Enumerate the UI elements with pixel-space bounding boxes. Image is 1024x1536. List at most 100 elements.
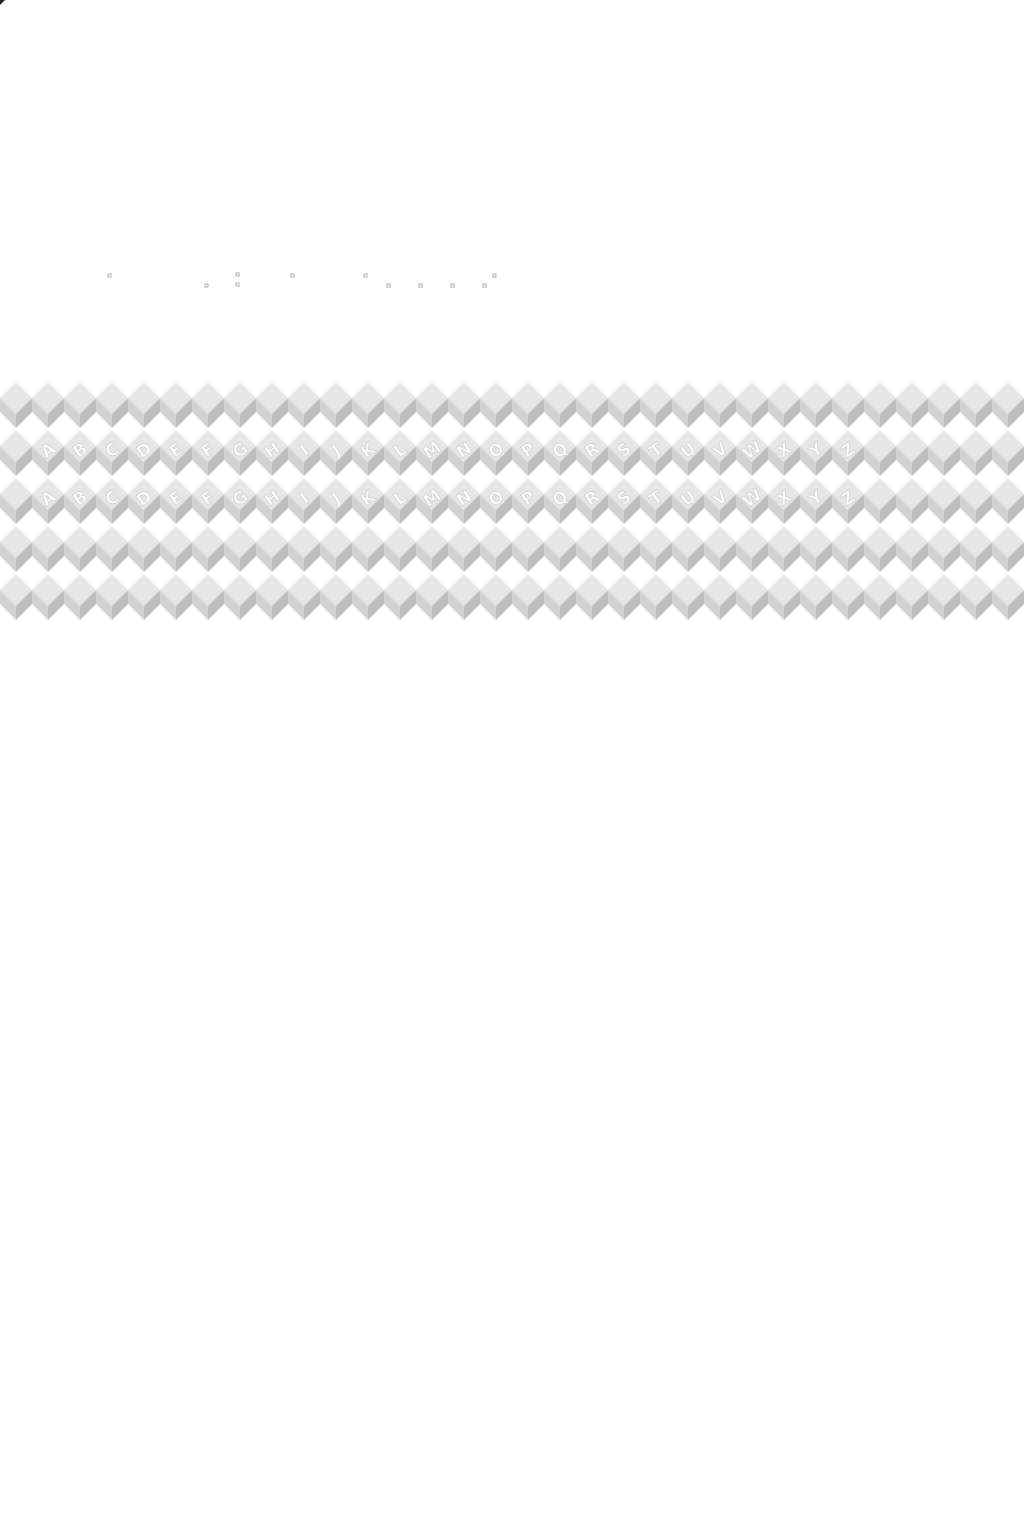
- cube-block: [991, 525, 1024, 572]
- cube-block: [735, 573, 769, 620]
- cube-block: [863, 573, 897, 620]
- cube-block: [255, 573, 289, 620]
- cube-block: [799, 525, 833, 572]
- cube-block: [127, 573, 161, 620]
- cube-block: [351, 573, 385, 620]
- cube-block: [543, 525, 577, 572]
- cube-block: [991, 429, 1024, 476]
- cube-block: [351, 381, 385, 428]
- cube-block: [319, 381, 353, 428]
- cube-block: [191, 381, 225, 428]
- cube-block: [127, 525, 161, 572]
- cube-block: [223, 381, 257, 428]
- cube-block: [895, 573, 929, 620]
- sparse-dot: [418, 283, 423, 288]
- cube-block: [735, 381, 769, 428]
- cube-block: [351, 525, 385, 572]
- cube-block: [959, 477, 993, 524]
- cube-block: [447, 381, 481, 428]
- sparse-dot: [386, 283, 391, 288]
- cube-block: [895, 525, 929, 572]
- sparse-dot: [363, 273, 368, 278]
- cube-block: [0, 381, 33, 428]
- cube-block: [927, 381, 961, 428]
- cube-block: [415, 525, 449, 572]
- cube-block: [31, 525, 65, 572]
- sparse-dot: [204, 283, 209, 288]
- cube-block: [767, 525, 801, 572]
- cube-block: [895, 477, 929, 524]
- cube-block: [959, 525, 993, 572]
- cube-block: [0, 573, 33, 620]
- cube-block: [383, 525, 417, 572]
- cube-block: [799, 573, 833, 620]
- cube-block: [0, 477, 33, 524]
- cube-block: [575, 381, 609, 428]
- cube-block: [159, 573, 193, 620]
- cube-block: [287, 525, 321, 572]
- sparse-dot: [235, 272, 240, 277]
- cube-block: [191, 525, 225, 572]
- cube-block: [991, 477, 1024, 524]
- cube-block: [575, 573, 609, 620]
- cube-block: [703, 525, 737, 572]
- cube-block: [95, 573, 129, 620]
- cube-block: [863, 525, 897, 572]
- sparse-dot: [482, 283, 487, 288]
- cube-block: [831, 525, 865, 572]
- cube-block: [607, 381, 641, 428]
- sparse-dot: [290, 273, 295, 278]
- cube-block: [479, 573, 513, 620]
- sparse-dot: [492, 273, 497, 278]
- cube-block: [991, 381, 1024, 428]
- cube-block: [671, 381, 705, 428]
- cube-block: [223, 525, 257, 572]
- cube-block: [511, 525, 545, 572]
- cube-block: [255, 381, 289, 428]
- cube-block: [479, 381, 513, 428]
- cube-block: [991, 573, 1024, 620]
- cube-block: [447, 525, 481, 572]
- cube-block: [799, 381, 833, 428]
- cube-block: [0, 429, 33, 476]
- cube-block: [255, 525, 289, 572]
- cube-block: [959, 381, 993, 428]
- cube-block: [415, 573, 449, 620]
- cube-block: [927, 477, 961, 524]
- cube-block: [639, 525, 673, 572]
- cube-block: [543, 381, 577, 428]
- cube-block: [735, 525, 769, 572]
- cube-block: [159, 525, 193, 572]
- cube-block: [863, 381, 897, 428]
- cube-block: [0, 525, 33, 572]
- cube-block: [63, 525, 97, 572]
- cube-block: [191, 573, 225, 620]
- cube-block: [959, 429, 993, 476]
- cube-block: [671, 525, 705, 572]
- cube-block: [607, 525, 641, 572]
- cube-block: [383, 381, 417, 428]
- sparse-dot: [235, 282, 240, 287]
- cube-block: [287, 381, 321, 428]
- cube-block: [127, 381, 161, 428]
- cube-block: [639, 573, 673, 620]
- cube-block: [63, 381, 97, 428]
- alphabet-cube-band: A B C D E F G H I J K L M N O P Q R S T U V W X Y ZA B C D E F G H I J K L M N…: [0, 381, 1024, 620]
- sparse-dot: [450, 283, 455, 288]
- cube-block: [895, 429, 929, 476]
- cube-block: [511, 573, 545, 620]
- sparse-dot: [107, 273, 112, 278]
- cube-block: [63, 573, 97, 620]
- cube-block: [927, 525, 961, 572]
- cube-block: [703, 573, 737, 620]
- cube-block: [703, 381, 737, 428]
- cube-block: [479, 525, 513, 572]
- cube-block: [319, 573, 353, 620]
- cube-block: [607, 573, 641, 620]
- cube-block: [447, 573, 481, 620]
- cube-block: [159, 381, 193, 428]
- cube-block: [287, 573, 321, 620]
- cube-block: [927, 573, 961, 620]
- cube-block: [863, 477, 897, 524]
- cube-block: [831, 573, 865, 620]
